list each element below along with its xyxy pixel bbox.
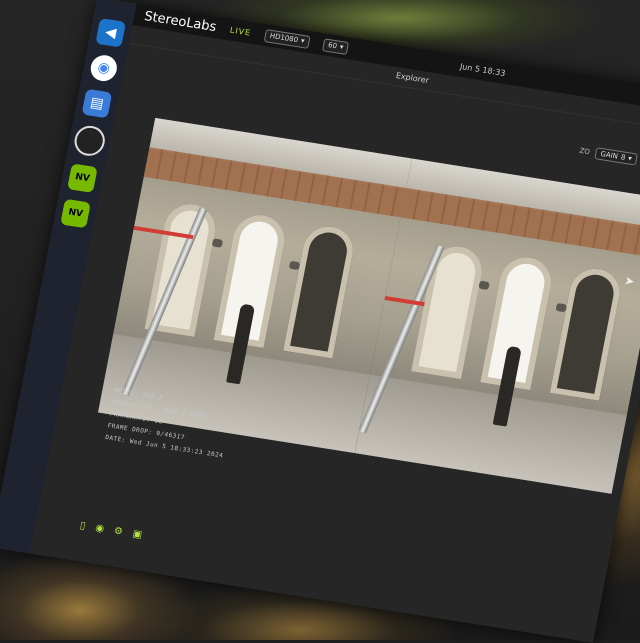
- camera-controls: ZO GAIN 8 ▾ BR ▾: [578, 145, 640, 171]
- chevron-down-icon: ▾: [339, 42, 345, 52]
- gain-select-value: 8: [620, 153, 627, 162]
- monitor-screen: ◀ ◉ ▤ NV NV StereoLabs LIVE HD1080 ▾ 60 …: [0, 0, 640, 643]
- arch: [549, 265, 624, 401]
- arch: [213, 212, 289, 348]
- live-label: LIVE: [229, 25, 252, 38]
- bottom-toolbar: ▯ ◉ ⚙ ▣: [79, 520, 143, 541]
- arch: [283, 222, 358, 359]
- chrome-icon[interactable]: ◉: [88, 53, 120, 83]
- wall-lamp: [211, 238, 224, 248]
- gain-select[interactable]: GAIN 8 ▾: [594, 147, 638, 166]
- camera-icon[interactable]: ▣: [132, 529, 143, 541]
- resolution-select[interactable]: HD1080 ▾: [263, 28, 311, 49]
- settings-icon[interactable]: ⚙: [113, 526, 124, 538]
- file-icon[interactable]: ▯: [79, 520, 87, 532]
- chevron-down-icon: ▾: [300, 36, 306, 46]
- wall-lamp: [478, 280, 490, 291]
- docs-icon[interactable]: ▤: [81, 88, 113, 119]
- fps-select[interactable]: 60 ▾: [321, 37, 350, 55]
- arch: [411, 243, 486, 379]
- vscode-icon[interactable]: ◀: [95, 18, 126, 48]
- chevron-down-icon: ▾: [627, 154, 633, 163]
- resolution-select-value: HD1080: [269, 31, 299, 45]
- zoom-label: ZO: [578, 146, 591, 157]
- record-icon[interactable]: ◉: [94, 523, 105, 535]
- obs-icon[interactable]: [71, 123, 108, 158]
- nvidia-icon-2[interactable]: NV: [60, 198, 91, 229]
- fps-select-value: 60: [327, 41, 338, 51]
- nvidia-icon[interactable]: NV: [67, 163, 98, 193]
- app-window: StereoLabs LIVE HD1080 ▾ 60 ▾ Jun 5 18:3…: [29, 3, 640, 643]
- wall-lamp: [288, 260, 301, 271]
- system-clock: Jun 5 18:33: [459, 61, 507, 78]
- gain-select-label: GAIN: [599, 150, 619, 161]
- wall-lamp: [555, 302, 567, 313]
- arch: [480, 254, 555, 390]
